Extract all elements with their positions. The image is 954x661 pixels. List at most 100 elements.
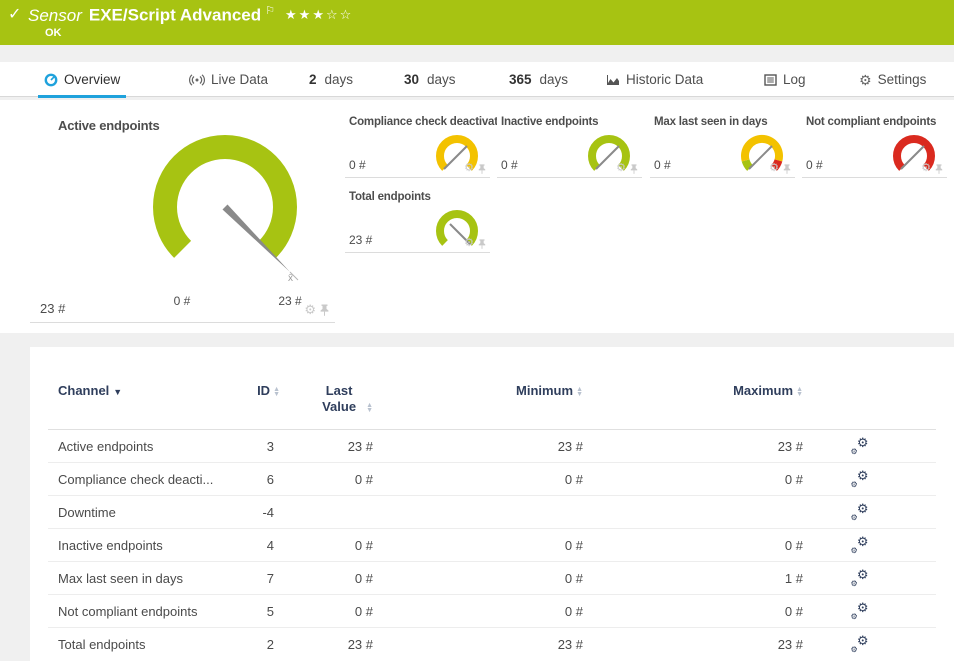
channel-id-cell: 7: [248, 562, 288, 595]
col-header-label: ID: [257, 383, 270, 398]
gauge-value: 23 #: [349, 233, 372, 247]
maximum-cell: 1 #: [593, 562, 813, 595]
table-row: Compliance check deacti... 6 0 # 0 # 0 #…: [48, 463, 936, 496]
gear-icon[interactable]: ⚙: [769, 163, 779, 174]
col-header-label: Maximum: [733, 383, 793, 398]
col-header-id[interactable]: ID▲▼: [248, 377, 288, 430]
col-header-actions: [813, 377, 936, 430]
sort-icon: ▲▼: [796, 387, 803, 397]
col-header-channel[interactable]: Channel▼: [48, 377, 248, 430]
inactive-endpoints-gauge: [579, 130, 639, 186]
channel-id-cell: -4: [248, 496, 288, 529]
tab-30-days[interactable]: 30 days: [398, 62, 462, 97]
pin-icon[interactable]: [783, 164, 791, 174]
gauge-value: 23 #: [40, 301, 65, 316]
minimum-cell: [383, 496, 593, 529]
minimum-cell: 0 #: [383, 463, 593, 496]
gauge-title: Total endpoints: [349, 191, 431, 203]
gauge-tile-max-last-seen: Max last seen in days 0 # ⚙: [650, 108, 795, 178]
gauge-tile-active-endpoints: Active endpoints x̄ 0 # 23 # 23 # ⚙: [30, 105, 335, 323]
sensor-overview-page: ✓ SensorEXE/Script Advanced⚐★★★☆☆ OK Ove…: [0, 0, 954, 661]
tab-number: 2: [309, 72, 317, 87]
tab-label: Historic Data: [626, 72, 703, 87]
last-value-cell: 23 #: [288, 628, 383, 661]
tab-historic-data[interactable]: Historic Data: [600, 62, 709, 97]
last-value-cell: 0 #: [288, 562, 383, 595]
last-value-cell: 23 #: [288, 430, 383, 463]
tab-live-data[interactable]: Live Data: [183, 62, 274, 97]
pin-icon[interactable]: [935, 164, 943, 174]
maximum-cell: 23 #: [593, 430, 813, 463]
channel-settings-icon[interactable]: ⚙⚙: [851, 437, 869, 453]
channel-name-cell: Max last seen in days: [48, 562, 248, 595]
tab-overview[interactable]: Overview: [38, 62, 126, 97]
not-compliant-gauge: [884, 130, 944, 186]
tab-log[interactable]: Log: [758, 62, 812, 97]
channel-name-cell: Active endpoints: [48, 430, 248, 463]
sensor-heading: SensorEXE/Script Advanced⚐★★★☆☆: [28, 4, 353, 26]
table-row: Not compliant endpoints 5 0 # 0 # 0 # ⚙⚙: [48, 595, 936, 628]
ok-check-icon: ✓: [8, 4, 21, 24]
channel-settings-icon[interactable]: ⚙⚙: [851, 569, 869, 585]
col-header-label: Minimum: [516, 383, 573, 398]
gauge-icon: [44, 73, 58, 87]
gauge-value: 0 #: [349, 158, 366, 172]
compliance-gauge: [427, 130, 487, 186]
tab-label: Settings: [878, 72, 927, 87]
gear-icon[interactable]: ⚙: [464, 238, 474, 249]
gear-icon[interactable]: ⚙: [921, 163, 931, 174]
last-value-cell: [288, 496, 383, 529]
channels-table: Channel▼ ID▲▼ Last Value▲▼ Minimum▲▼ Max…: [48, 377, 936, 661]
pin-icon[interactable]: [478, 164, 486, 174]
last-value-cell: 0 #: [288, 463, 383, 496]
channel-settings-icon[interactable]: ⚙⚙: [851, 503, 869, 519]
gear-icon[interactable]: ⚙: [616, 163, 626, 174]
sort-icon: ▲▼: [576, 387, 583, 397]
col-header-maximum[interactable]: Maximum▲▼: [593, 377, 813, 430]
flag-icon[interactable]: ⚐: [265, 5, 275, 17]
tab-2-days[interactable]: 2 days: [303, 62, 359, 97]
minimum-cell: 0 #: [383, 529, 593, 562]
channel-name-cell: Inactive endpoints: [48, 529, 248, 562]
tab-label: Overview: [64, 72, 120, 87]
channel-settings-icon[interactable]: ⚙⚙: [851, 470, 869, 486]
gauge-tile-inactive-endpoints: Inactive endpoints 0 # ⚙: [497, 108, 642, 178]
tab-settings[interactable]: ⚙ Settings: [853, 62, 932, 97]
col-header-minimum[interactable]: Minimum▲▼: [383, 377, 593, 430]
col-header-last-value[interactable]: Last Value▲▼: [288, 377, 383, 430]
channel-name-cell: Downtime: [48, 496, 248, 529]
tab-label: days: [325, 72, 354, 87]
total-endpoints-gauge: [427, 205, 487, 261]
maximum-cell: 23 #: [593, 628, 813, 661]
last-value-cell: 0 #: [288, 595, 383, 628]
channel-id-cell: 5: [248, 595, 288, 628]
channels-panel: Channel▼ ID▲▼ Last Value▲▼ Minimum▲▼ Max…: [30, 347, 954, 661]
gear-icon[interactable]: ⚙: [304, 303, 316, 316]
sort-icon: ▲▼: [366, 403, 373, 413]
channel-name-cell: Not compliant endpoints: [48, 595, 248, 628]
log-list-icon: [764, 74, 777, 86]
tab-365-days[interactable]: 365 days: [503, 62, 574, 97]
minimum-cell: 0 #: [383, 595, 593, 628]
star-rating[interactable]: ★★★☆☆: [285, 7, 353, 22]
sort-desc-icon: ▼: [113, 387, 122, 397]
channel-settings-icon[interactable]: ⚙⚙: [851, 635, 869, 651]
pin-icon[interactable]: [478, 239, 486, 249]
gear-icon[interactable]: ⚙: [464, 163, 474, 174]
pin-icon[interactable]: [630, 164, 638, 174]
table-row: Active endpoints 3 23 # 23 # 23 # ⚙⚙: [48, 430, 936, 463]
sort-icon: ▲▼: [273, 387, 280, 397]
mean-marker: x̄: [288, 273, 293, 284]
gear-icon: ⚙: [859, 73, 872, 87]
pin-icon[interactable]: [320, 304, 329, 316]
channel-id-cell: 6: [248, 463, 288, 496]
channel-settings-icon[interactable]: ⚙⚙: [851, 602, 869, 618]
table-row: Max last seen in days 7 0 # 0 # 1 # ⚙⚙: [48, 562, 936, 595]
maximum-cell: 0 #: [593, 595, 813, 628]
channel-id-cell: 4: [248, 529, 288, 562]
max-last-seen-gauge: [732, 130, 792, 186]
gauge-title: Max last seen in days: [654, 116, 767, 128]
channel-settings-icon[interactable]: ⚙⚙: [851, 536, 869, 552]
broadcast-icon: [189, 74, 205, 86]
table-row: Downtime -4 ⚙⚙: [48, 496, 936, 529]
